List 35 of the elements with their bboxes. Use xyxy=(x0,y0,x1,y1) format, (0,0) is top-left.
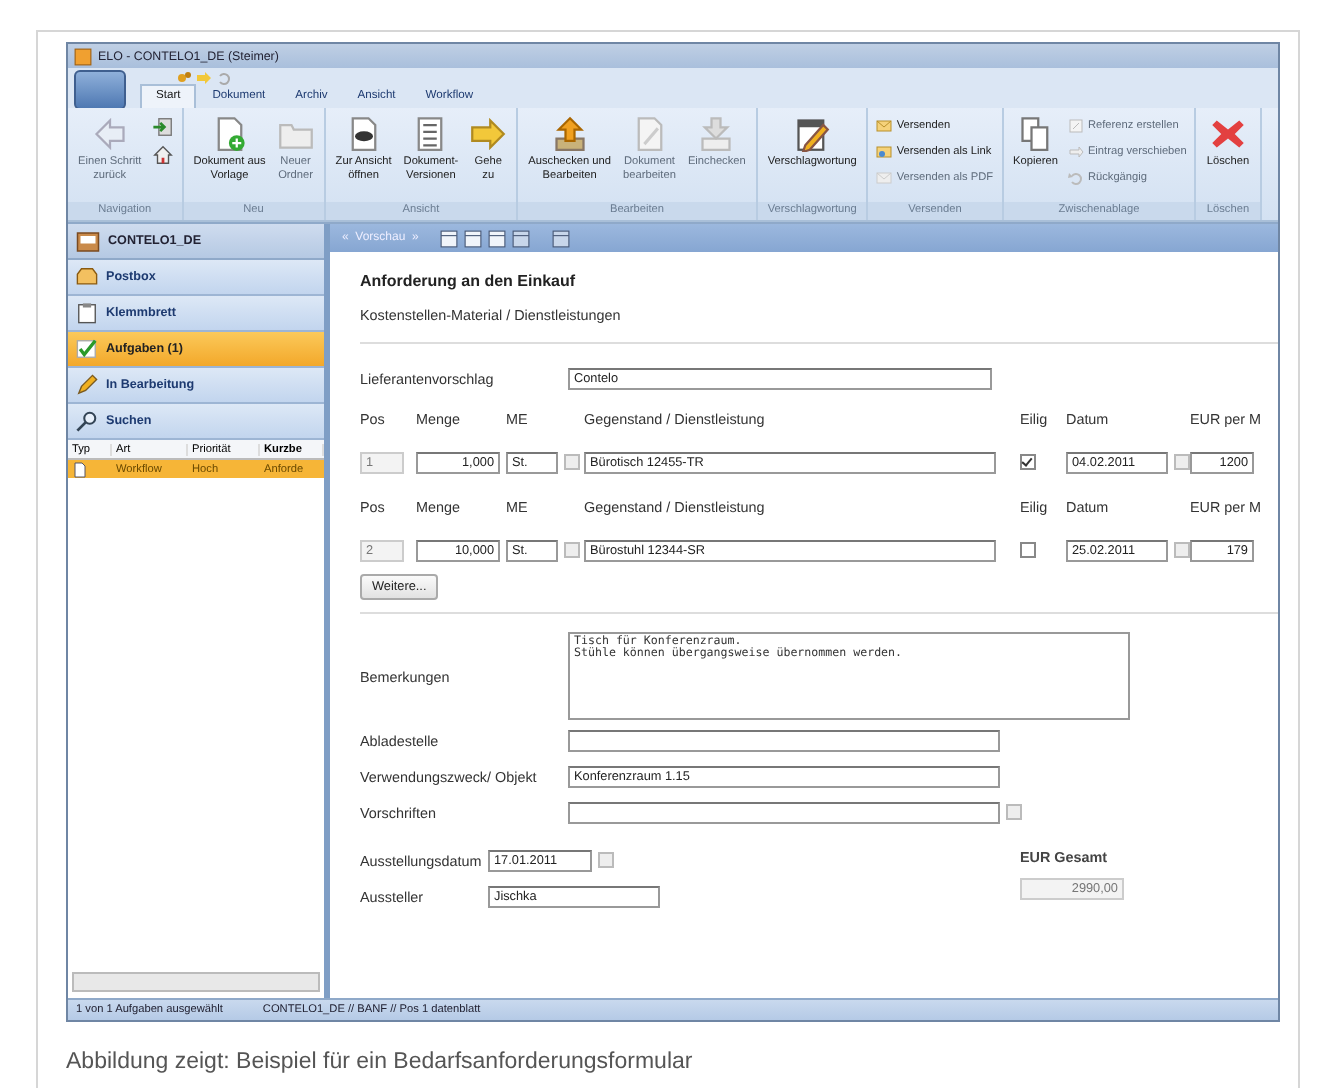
app-menu-button[interactable] xyxy=(74,70,126,110)
download-tray-icon xyxy=(698,116,735,152)
clipboard-icon xyxy=(76,302,98,324)
envelope-icon xyxy=(876,118,893,134)
page-view-icon[interactable] xyxy=(464,229,483,247)
copy-pages-icon xyxy=(1017,116,1054,152)
checkbox[interactable] xyxy=(1020,542,1036,558)
form-title: Anforderung an den Einkauf xyxy=(360,272,578,290)
search-icon xyxy=(76,410,98,432)
input-field[interactable] xyxy=(568,801,1000,823)
horizontal-scrollbar[interactable] xyxy=(72,972,320,992)
input-field[interactable] xyxy=(568,729,1000,751)
back-arrow-icon xyxy=(91,116,128,152)
home-button[interactable] xyxy=(149,142,176,168)
notepad-pencil-icon xyxy=(794,116,831,152)
home-icon xyxy=(151,144,174,166)
arrow-right-icon xyxy=(470,116,507,152)
inbox-icon xyxy=(76,266,98,288)
app-icon xyxy=(74,47,92,65)
reference-icon xyxy=(1067,118,1084,134)
view-layout-icon[interactable] xyxy=(440,229,459,247)
undo-icon xyxy=(1067,170,1084,186)
checkmark-icon xyxy=(76,338,98,360)
pencil-icon xyxy=(76,374,98,396)
archive-icon xyxy=(76,229,100,253)
upload-tray-icon xyxy=(551,116,588,152)
envelope-link-icon xyxy=(876,144,893,160)
figure-caption: Abbildung zeigt: Beispiel für ein Bedarfsanforderungsformular xyxy=(66,1050,695,1074)
delete-icon xyxy=(1209,116,1246,152)
move-icon xyxy=(1067,144,1084,160)
small-view-icon[interactable] xyxy=(552,229,571,247)
envelope-icon xyxy=(876,170,893,186)
login-button[interactable] xyxy=(149,114,176,140)
login-icon xyxy=(151,116,174,138)
checkbox[interactable] xyxy=(1020,454,1036,470)
